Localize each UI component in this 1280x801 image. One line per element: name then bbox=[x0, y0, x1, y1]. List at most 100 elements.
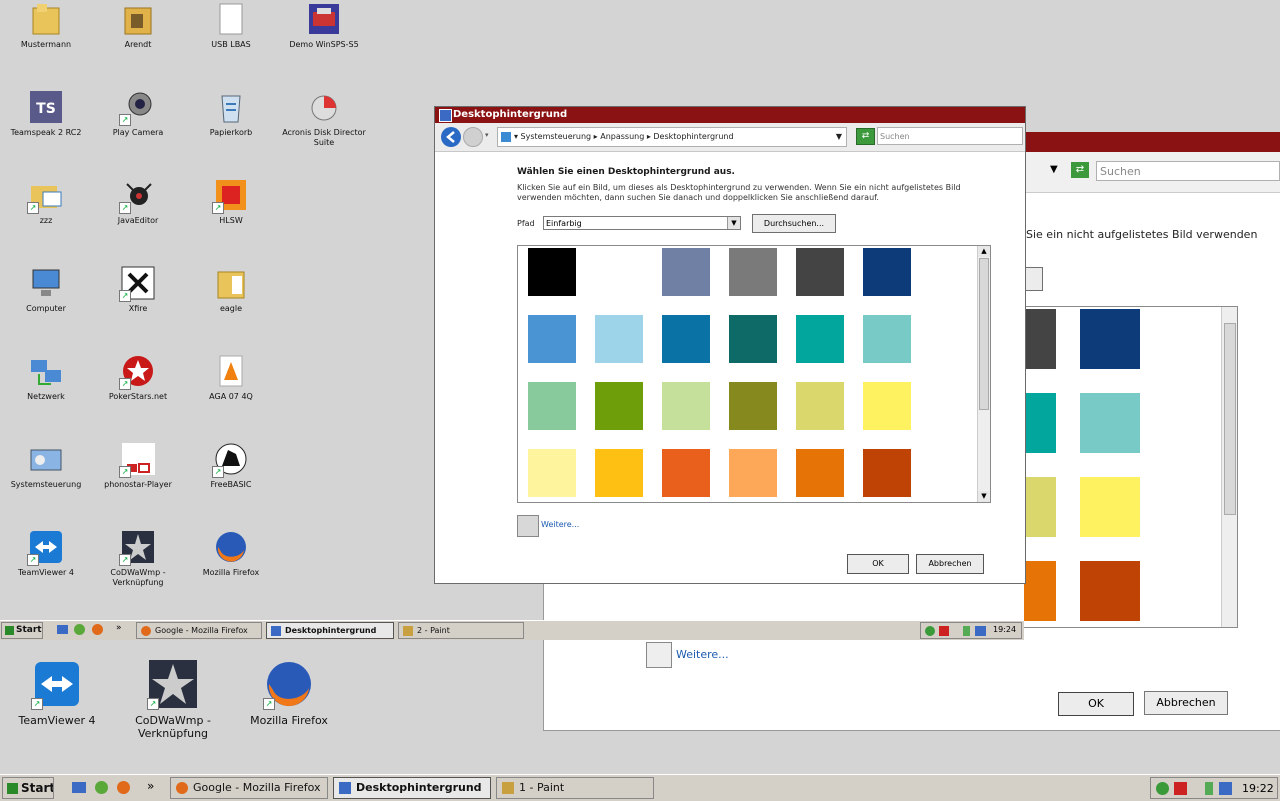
desktop-icon-arendt[interactable]: Arendt bbox=[94, 2, 182, 50]
taskbar-item-desktophintergrund[interactable]: Desktophintergrund bbox=[266, 622, 394, 639]
color-swatch[interactable] bbox=[662, 449, 710, 497]
color-swatch[interactable] bbox=[595, 315, 643, 363]
bg-swatch[interactable] bbox=[1024, 477, 1056, 537]
desktop-icon-usb-lbas[interactable]: USB LBAS bbox=[187, 2, 275, 50]
tray-app-icon[interactable] bbox=[1156, 782, 1169, 795]
scrollbar[interactable]: ▲ ▼ bbox=[977, 246, 990, 502]
color-swatch[interactable] bbox=[595, 248, 643, 296]
color-swatch[interactable] bbox=[595, 449, 643, 497]
desktop-icon-netzwerk[interactable]: Netzwerk bbox=[2, 354, 90, 402]
more-colors-swatch[interactable] bbox=[517, 515, 539, 537]
ok-button[interactable]: OK bbox=[847, 554, 909, 574]
refresh-icon[interactable]: ⇄ bbox=[856, 128, 875, 145]
color-swatch[interactable] bbox=[662, 315, 710, 363]
desktop-icon-javaeditor[interactable]: ↗ JavaEditor bbox=[94, 178, 182, 226]
desktop-icon-xfire[interactable]: ↗ Xfire bbox=[94, 266, 182, 314]
taskbar-item-paint[interactable]: 2 - Paint bbox=[398, 622, 524, 639]
desktop-icon-aga[interactable]: AGA 07 4Q bbox=[187, 354, 275, 402]
color-swatch[interactable] bbox=[729, 248, 777, 296]
desktop-icon-teamviewer[interactable]: ↗ TeamViewer 4 bbox=[2, 530, 90, 578]
desktop-icon-systemsteuerung[interactable]: Systemsteuerung bbox=[2, 442, 90, 490]
color-swatch[interactable] bbox=[528, 449, 576, 497]
bg-swatch[interactable] bbox=[1080, 309, 1140, 369]
color-swatch[interactable] bbox=[863, 248, 911, 296]
taskbar-item-firefox[interactable]: Google - Mozilla Firefox bbox=[136, 622, 262, 639]
taskbar-item-firefox[interactable]: Google - Mozilla Firefox bbox=[170, 777, 328, 799]
battery-icon[interactable] bbox=[963, 626, 970, 636]
desktop-icon-freebasic[interactable]: ↗ FreeBASIC bbox=[187, 442, 275, 490]
color-swatch[interactable] bbox=[863, 449, 911, 497]
color-swatch[interactable] bbox=[528, 248, 576, 296]
desktop-icon-codwawmp-large[interactable]: ↗ CoDWaWmp - Verknüpfung bbox=[118, 660, 228, 740]
forward-icon[interactable] bbox=[463, 127, 483, 147]
desktop-icon-pokerstars[interactable]: ↗ PokerStars.net bbox=[94, 354, 182, 402]
bg-swatch[interactable] bbox=[1080, 561, 1140, 621]
color-swatch[interactable] bbox=[796, 315, 844, 363]
network-tray-icon[interactable] bbox=[975, 626, 986, 636]
bg-swatch[interactable] bbox=[1080, 477, 1140, 537]
more-colors-link[interactable]: Weitere... bbox=[541, 520, 579, 529]
path-select[interactable]: Einfarbig ▼ bbox=[543, 216, 741, 230]
breadcrumb[interactable]: ▾ Systemsteuerung ▸ Anpassung ▸ Desktoph… bbox=[497, 127, 847, 147]
antivirus-icon[interactable] bbox=[939, 626, 949, 636]
bg-ok-button[interactable]: OK bbox=[1058, 692, 1134, 716]
cancel-button[interactable]: Abbrechen bbox=[916, 554, 984, 574]
scroll-up-icon[interactable]: ▲ bbox=[978, 246, 990, 257]
color-swatch[interactable] bbox=[796, 382, 844, 430]
desktop-icon-demo-winsps[interactable]: Demo WinSPS-S5 bbox=[280, 2, 368, 50]
quicklaunch-more-icon[interactable]: » bbox=[147, 779, 154, 793]
bg-search-input[interactable]: Suchen bbox=[1096, 161, 1280, 181]
window-titlebar[interactable]: Desktophintergrund bbox=[435, 107, 1025, 123]
desktop-icon-hlsw[interactable]: ↗ HLSW bbox=[187, 178, 275, 226]
color-swatch[interactable] bbox=[662, 382, 710, 430]
color-swatch[interactable] bbox=[796, 449, 844, 497]
start-button[interactable]: Start bbox=[2, 777, 54, 799]
bg-swatch[interactable] bbox=[1024, 309, 1056, 369]
color-swatch[interactable] bbox=[595, 382, 643, 430]
color-swatch[interactable] bbox=[863, 315, 911, 363]
tray-app-icon[interactable] bbox=[925, 626, 935, 636]
bg-scrollbar-thumb[interactable] bbox=[1224, 323, 1236, 515]
bg-cancel-button[interactable]: Abbrechen bbox=[1144, 691, 1228, 715]
desktop-icon-mustermann[interactable]: Mustermann bbox=[2, 2, 90, 50]
bg-scrollbar[interactable] bbox=[1221, 307, 1237, 627]
dropdown-arrow-icon[interactable]: ▼ bbox=[836, 128, 842, 146]
desktop-icon-acronis[interactable]: Acronis Disk Director Suite bbox=[280, 90, 368, 148]
bg-swatch[interactable] bbox=[1024, 393, 1056, 453]
desktop-icon-teamviewer-large[interactable]: ↗ TeamViewer 4 bbox=[2, 660, 112, 727]
search-input[interactable]: Suchen bbox=[877, 127, 1023, 145]
desktop-icon-firefox[interactable]: Mozilla Firefox bbox=[187, 530, 275, 578]
color-swatch[interactable] bbox=[729, 449, 777, 497]
quicklaunch-app-icon[interactable] bbox=[95, 781, 108, 794]
clock[interactable]: 19:24 bbox=[993, 625, 1016, 634]
scroll-down-icon[interactable]: ▼ bbox=[978, 491, 990, 502]
bg-swatch[interactable] bbox=[1080, 393, 1140, 453]
desktop-icon-play-camera[interactable]: ↗ Play Camera bbox=[94, 90, 182, 138]
back-icon[interactable] bbox=[441, 127, 461, 147]
chevron-down-icon[interactable]: ▼ bbox=[727, 217, 740, 229]
scrollbar-thumb[interactable] bbox=[979, 258, 989, 410]
show-desktop-icon[interactable] bbox=[72, 782, 86, 793]
quicklaunch-app-icon[interactable] bbox=[74, 624, 85, 635]
desktop-icon-codwawmp[interactable]: ↗ CoDWaWmp - Verknüpfung bbox=[94, 530, 182, 588]
network-tray-icon[interactable] bbox=[1219, 782, 1232, 795]
color-swatch[interactable] bbox=[863, 382, 911, 430]
dropdown-arrow-icon[interactable]: ▼ bbox=[1050, 164, 1058, 175]
color-swatch[interactable] bbox=[729, 382, 777, 430]
bg-more-link[interactable]: Weitere... bbox=[676, 648, 729, 661]
quicklaunch-more-icon[interactable]: » bbox=[116, 623, 122, 633]
desktop-icon-firefox-large[interactable]: ↗ Mozilla Firefox bbox=[234, 660, 344, 727]
firefox-icon[interactable] bbox=[117, 781, 130, 794]
start-button-small[interactable]: Start bbox=[1, 622, 43, 639]
bg-swatch[interactable] bbox=[1024, 561, 1056, 621]
color-swatch[interactable] bbox=[662, 248, 710, 296]
bg-more-swatch[interactable] bbox=[646, 642, 672, 668]
recent-pages-chevron-icon[interactable]: ▾ bbox=[485, 131, 489, 139]
firefox-icon[interactable] bbox=[92, 624, 103, 635]
bg-browse-button-fragment[interactable] bbox=[1024, 267, 1043, 291]
show-desktop-icon[interactable] bbox=[57, 625, 68, 634]
color-swatch[interactable] bbox=[729, 315, 777, 363]
color-swatch[interactable] bbox=[528, 315, 576, 363]
desktop-icon-papierkorb[interactable]: Papierkorb bbox=[187, 90, 275, 138]
battery-icon[interactable] bbox=[1205, 782, 1213, 795]
